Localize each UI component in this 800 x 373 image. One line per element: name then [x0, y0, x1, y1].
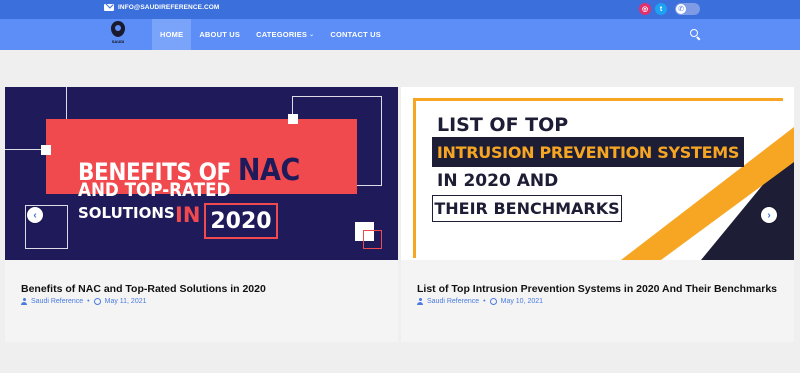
image-headline-3: SOLUTIONS: [78, 204, 175, 222]
nav-contact-us[interactable]: CONTACT US: [322, 19, 389, 50]
post-author[interactable]: Saudi Reference: [427, 298, 479, 305]
meta-separator: •: [87, 298, 90, 305]
image-headline-4: THEIR BENCHMARKS: [432, 195, 622, 222]
decor-square: [41, 145, 51, 155]
clock-icon: [93, 298, 101, 305]
post-image[interactable]: BENEFITS OF NAC AND TOP-RATED SOLUTIONS …: [5, 87, 398, 260]
nav-categories[interactable]: CATEGORIES ⌄: [248, 19, 322, 50]
post-meta: Saudi Reference • May 10, 2021: [417, 298, 543, 305]
post-card[interactable]: BENEFITS OF NAC AND TOP-RATED SOLUTIONS …: [5, 87, 398, 342]
clock-icon: [489, 298, 497, 305]
carousel-prev-button[interactable]: ‹: [27, 207, 43, 223]
site-logo[interactable]: SAUDI: [107, 21, 129, 48]
post-date[interactable]: May 11, 2021: [105, 298, 147, 305]
twitter-icon[interactable]: t: [655, 3, 667, 15]
carousel-next-button[interactable]: ›: [761, 207, 777, 223]
search-icon[interactable]: [690, 29, 701, 40]
decor-outline: [363, 230, 382, 249]
nav-about-us[interactable]: ABOUT US: [191, 19, 248, 50]
location-pin-icon: [111, 21, 125, 37]
main-nav: HOME ABOUT US CATEGORIES ⌄ CONTACT US: [152, 19, 389, 50]
post-author[interactable]: Saudi Reference: [31, 298, 83, 305]
image-headline-3: IN 2020 AND: [437, 171, 559, 191]
logo-text: SAUDI: [111, 39, 125, 44]
phone-icon: ✆: [676, 4, 686, 14]
post-title[interactable]: Benefits of NAC and Top-Rated Solutions …: [21, 283, 266, 295]
email-link[interactable]: INFO@SAUDIREFERENCE.COM: [104, 4, 219, 11]
post-image[interactable]: LIST OF TOP INTRUSION PREVENTION SYSTEMS…: [401, 87, 794, 260]
top-bar: INFO@SAUDIREFERENCE.COM ◎ t ✆: [0, 0, 800, 19]
user-icon: [417, 298, 423, 305]
post-card[interactable]: LIST OF TOP INTRUSION PREVENTION SYSTEMS…: [401, 87, 794, 342]
email-text: INFO@SAUDIREFERENCE.COM: [118, 4, 220, 11]
user-icon: [21, 298, 27, 305]
image-headline-2: AND TOP-RATED: [78, 179, 231, 201]
image-year: 2020: [204, 203, 278, 239]
decor-square: [288, 114, 298, 124]
post-date[interactable]: May 10, 2021: [501, 298, 543, 305]
image-headline-accent: IN: [175, 203, 201, 227]
image-headline-2: INTRUSION PREVENTION SYSTEMS: [432, 137, 744, 167]
post-title[interactable]: List of Top Intrusion Prevention Systems…: [417, 283, 777, 295]
post-meta: Saudi Reference • May 11, 2021: [21, 298, 147, 305]
instagram-icon[interactable]: ◎: [639, 3, 651, 15]
image-headline-1: LIST OF TOP: [437, 114, 569, 136]
nav-home[interactable]: HOME: [152, 19, 192, 50]
meta-separator: •: [483, 298, 486, 305]
envelope-icon: [104, 4, 114, 11]
whatsapp-toggle[interactable]: ✆: [675, 3, 700, 15]
chevron-down-icon: ⌄: [309, 32, 315, 38]
